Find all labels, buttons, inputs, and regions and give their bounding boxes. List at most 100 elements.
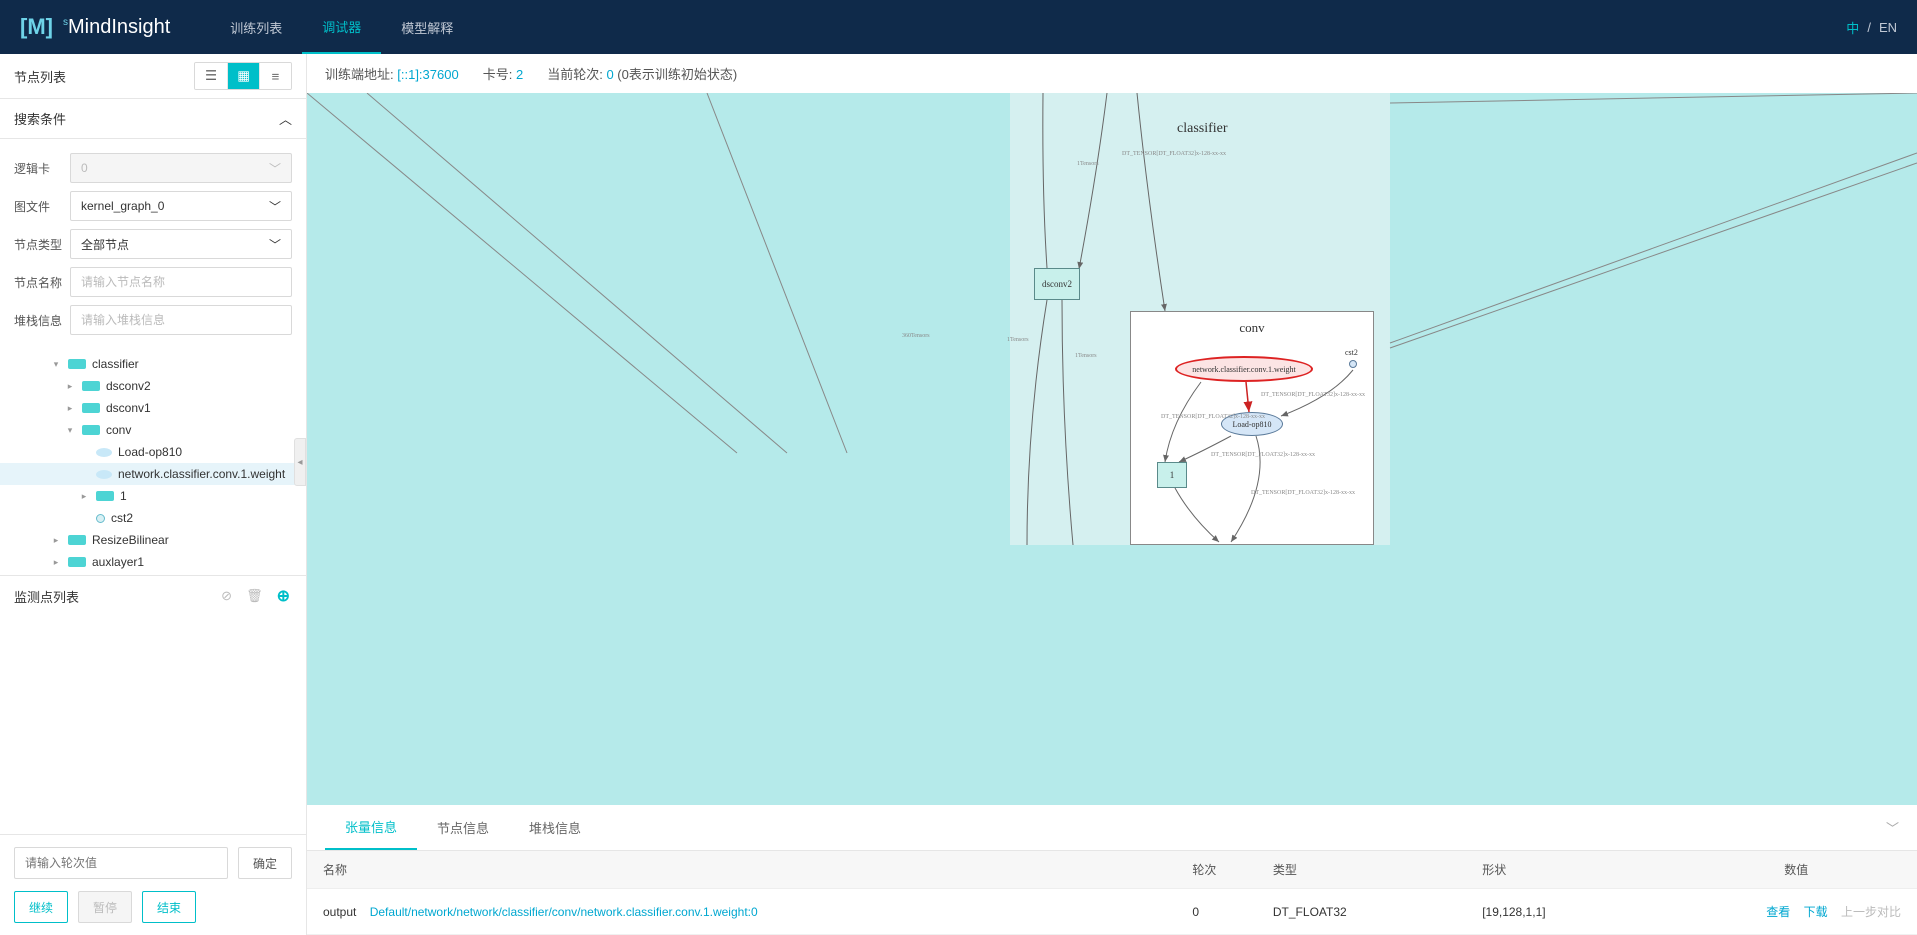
input-node-name[interactable] (70, 267, 292, 297)
th-round: 轮次 (1176, 851, 1257, 889)
nav-model-explain[interactable]: 模型解释 (381, 0, 473, 54)
row-shape: [19,128,1,1] (1466, 889, 1675, 935)
chevron-down-icon[interactable]: ﹀ (1886, 818, 1899, 837)
logo: [M]s MindInsight (20, 14, 170, 40)
app-body: 节点列表 ☰ ▦ ≡ 搜索条件 ︿ 逻辑卡 0 ﹀ 图文件 kern (0, 54, 1917, 935)
tree-node-dsconv1[interactable]: ▸dsconv1 (0, 397, 306, 419)
select-logic-card[interactable]: 0 ﹀ (70, 153, 292, 183)
logo-icon: [M] (20, 14, 53, 40)
add-icon[interactable]: ⊕ (275, 584, 292, 608)
graph-edge-label: DT_TENSOR[DT_FLOAT32]x-128-xx-xx (1261, 392, 1365, 398)
graph-cst2-label: cst2 (1345, 348, 1358, 357)
sidebar-collapse-handle[interactable]: ◂ (294, 438, 306, 486)
sidebar-left: 节点列表 ☰ ▦ ≡ 搜索条件 ︿ 逻辑卡 0 ﹀ 图文件 kern (0, 54, 307, 935)
tree-node-dsconv2[interactable]: ▸dsconv2 (0, 375, 306, 397)
download-link[interactable]: 下载 (1804, 905, 1828, 919)
graph-edge-label: DT_TENSOR[DT_FLOAT32]x-128-xx-xx (1211, 452, 1315, 458)
tree-node-classifier[interactable]: ▾classifier (0, 353, 306, 375)
graph-edge-label: 360Tensors (902, 333, 930, 339)
tab-stack-info[interactable]: 堆栈信息 (509, 806, 601, 849)
tree-node-one[interactable]: ▸1 (0, 485, 306, 507)
select-graph-file[interactable]: kernel_graph_0 ﹀ (70, 191, 292, 221)
graph-conv-label: conv (1239, 320, 1264, 336)
row-path-link[interactable]: Default/network/network/classifier/conv/… (370, 905, 758, 919)
label-stack-info: 堆栈信息 (14, 312, 70, 329)
lang-sep: / (1867, 20, 1871, 35)
main-area: 训练端地址: [::1]:37600 卡号: 2 当前轮次: 0 (0表示训练初… (307, 54, 1917, 935)
graph-edge-label: DT_TENSOR[DT_FLOAT32]x-128-xx-xx (1122, 151, 1226, 157)
view-list-icon[interactable]: ☰ (195, 63, 227, 89)
lang-zh[interactable]: 中 (1846, 18, 1859, 37)
graph-canvas[interactable]: classifier DT_TENSOR[DT_FLOAT32]x-128-xx… (307, 93, 1917, 805)
graph-node-dsconv2[interactable]: dsconv2 (1034, 268, 1080, 300)
monitor-panel-header: 监测点列表 ⊘ 🗑 ⊕ (0, 575, 306, 616)
brand-name: MindInsight (68, 16, 170, 39)
nav-tabs: 训练列表 调试器 模型解释 (210, 0, 473, 54)
th-value: 数值 (1675, 851, 1917, 889)
lang-en[interactable]: EN (1879, 20, 1897, 35)
th-shape: 形状 (1466, 851, 1675, 889)
nav-debugger[interactable]: 调试器 (302, 0, 381, 54)
row-name: output (323, 905, 356, 919)
tab-node-info[interactable]: 节点信息 (417, 806, 509, 849)
view-toggle: ☰ ▦ ≡ (194, 62, 292, 90)
select-node-type[interactable]: 全部节点 ﹀ (70, 229, 292, 259)
language-switch: 中 / EN (1846, 18, 1897, 37)
view-grid-icon[interactable]: ▦ (227, 63, 259, 89)
bottom-tabs: 张量信息 节点信息 堆栈信息 ﹀ (307, 805, 1917, 851)
graph-edges (307, 93, 1917, 805)
graph-edge-label: 1Tensors (1007, 337, 1029, 343)
table-row: output Default/network/network/classifie… (307, 889, 1917, 935)
check-icon[interactable]: ⊘ (219, 586, 234, 606)
node-list-title: 节点列表 (14, 67, 194, 86)
confirm-button[interactable]: 确定 (238, 847, 292, 879)
th-type: 类型 (1257, 851, 1466, 889)
view-link[interactable]: 查看 (1766, 905, 1790, 919)
graph-edge-label: 1Tensors (1075, 353, 1097, 359)
pause-button: 暂停 (78, 891, 132, 923)
info-train-addr: 训练端地址: [::1]:37600 (325, 64, 459, 83)
row-round: 0 (1176, 889, 1257, 935)
tree-node-resize[interactable]: ▸ResizeBilinear (0, 529, 306, 551)
end-button[interactable]: 结束 (142, 891, 196, 923)
graph-edge-label: DT_TENSOR[DT_FLOAT32]x-128-xx-xx (1251, 490, 1355, 496)
graph-node-one[interactable]: 1 (1157, 462, 1187, 488)
graph-classifier-label: classifier (1177, 121, 1228, 137)
chevron-up-icon: ︿ (279, 109, 292, 128)
search-title: 搜索条件 (14, 109, 66, 128)
graph-node-weight[interactable]: network.classifier.conv.1.weight (1175, 356, 1313, 382)
graph-node-cst2[interactable] (1349, 360, 1357, 368)
tree-node-load-op[interactable]: Load-op810 (0, 441, 306, 463)
compare-link: 上一步对比 (1841, 905, 1901, 919)
bottom-controls: 确定 继续 暂停 结束 (0, 834, 306, 935)
graph-conv-group[interactable]: conv network.classifier.conv.1.weight Lo… (1130, 311, 1374, 545)
graph-edge-label: 1Tensors (1077, 161, 1099, 167)
tree-node-cst2[interactable]: cst2 (0, 507, 306, 529)
label-graph-file: 图文件 (14, 198, 70, 215)
tree-node-weight[interactable]: network.classifier.conv.1.weight (0, 463, 306, 485)
nav-train-list[interactable]: 训练列表 (210, 0, 302, 54)
th-name: 名称 (307, 851, 1176, 889)
search-section-header[interactable]: 搜索条件 ︿ (0, 99, 306, 139)
node-list-header: 节点列表 ☰ ▦ ≡ (0, 54, 306, 99)
tensor-table: 名称 轮次 类型 形状 数值 output Default/network/ne… (307, 851, 1917, 935)
tree-node-auxlayer[interactable]: ▸auxlayer1 (0, 551, 306, 573)
info-card: 卡号: 2 (483, 64, 523, 83)
search-form: 逻辑卡 0 ﹀ 图文件 kernel_graph_0 ﹀ 节点类型 全部节点 ﹀ (0, 139, 306, 349)
tree-node-conv[interactable]: ▾conv (0, 419, 306, 441)
graph-edge-label: DT_TENSOR[DT_FLOAT32]x-128-xx-xx (1161, 414, 1265, 420)
input-stack-info[interactable] (70, 305, 292, 335)
label-node-type: 节点类型 (14, 236, 70, 253)
label-node-name: 节点名称 (14, 274, 70, 291)
chevron-down-icon: ﹀ (269, 198, 281, 215)
tab-tensor-info[interactable]: 张量信息 (325, 805, 417, 850)
chevron-down-icon: ﹀ (269, 236, 281, 253)
label-logic-card: 逻辑卡 (14, 160, 70, 177)
tree-area: ▾classifier ▸dsconv2 ▸dsconv1 ▾conv Load… (0, 349, 306, 575)
view-detail-icon[interactable]: ≡ (259, 63, 291, 89)
step-input[interactable] (14, 847, 228, 879)
info-round: 当前轮次: 0 (0表示训练初始状态) (547, 64, 737, 83)
continue-button[interactable]: 继续 (14, 891, 68, 923)
trash-icon[interactable]: 🗑 (244, 586, 265, 606)
info-bar: 训练端地址: [::1]:37600 卡号: 2 当前轮次: 0 (0表示训练初… (307, 54, 1917, 93)
